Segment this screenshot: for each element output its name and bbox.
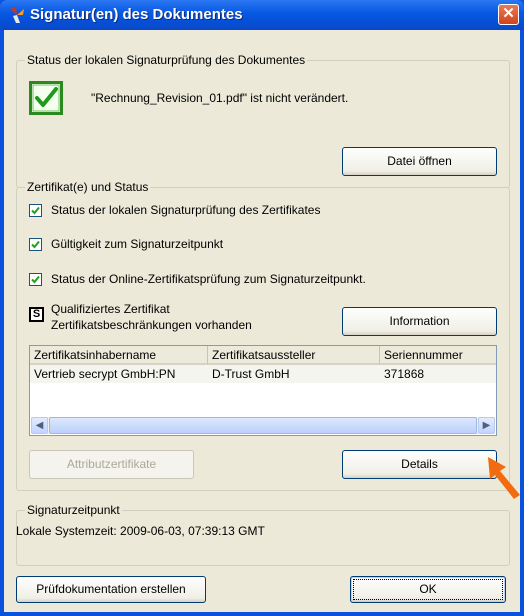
close-button[interactable]: ✕ (498, 4, 519, 25)
app-icon (8, 6, 26, 24)
cell-holder: Vertrieb secrypt GmbH:PN (34, 367, 176, 381)
dialog-window: Signatur(en) des Dokumentes ✕ Status der… (0, 0, 524, 616)
signature-time-group: Signaturzeitpunkt Lokale Systemzeit: 200… (16, 503, 510, 566)
create-report-button[interactable]: Prüfdokumentation erstellen (16, 576, 206, 603)
column-header-issuer[interactable]: Zertifikatsaussteller (208, 346, 380, 365)
pointer-arrow-icon (486, 455, 524, 500)
dialog-body: Status der lokalen Signaturprüfung des D… (4, 30, 520, 612)
qualified-cert-line1: Qualifiziertes Zertifikat (51, 302, 170, 316)
qualified-cert-icon: S (29, 307, 44, 322)
certificate-table[interactable]: Zertifikatsinhabername Zertifikatsausste… (29, 345, 497, 436)
attribute-certificates-button[interactable]: Attributzertifikate (29, 450, 194, 479)
close-icon: ✕ (502, 5, 515, 22)
cert-status-group: Zertifikat(e) und Status Status der loka… (16, 180, 510, 491)
doc-status-legend: Status der lokalen Signaturprüfung des D… (25, 53, 308, 67)
details-button[interactable]: Details (342, 450, 497, 479)
check-online-icon (29, 273, 42, 286)
cert-status-legend: Zertifikat(e) und Status (25, 180, 151, 194)
scroll-right-icon[interactable]: ▶ (478, 417, 495, 434)
table-row[interactable]: Vertrieb secrypt GmbH:PN D-Trust GmbH 37… (30, 365, 496, 383)
cell-serial: 371868 (384, 367, 425, 381)
column-header-holder[interactable]: Zertifikatsinhabername (30, 346, 208, 365)
information-button[interactable]: Information (342, 307, 497, 336)
check-local-cert-icon (29, 204, 42, 217)
cell-issuer: D-Trust GmbH (212, 367, 290, 381)
qualified-cert-line2: Zertifikatsbeschränkungen vorhanden (51, 318, 252, 332)
ok-button[interactable]: OK (350, 576, 506, 603)
check-local-cert-label: Status der lokalen Signaturprüfung des Z… (51, 203, 321, 217)
signature-time-legend: Signaturzeitpunkt (25, 503, 122, 517)
check-online-label: Status der Online-Zertifikatsprüfung zum… (51, 272, 366, 286)
column-header-serial[interactable]: Seriennummer (380, 346, 496, 365)
window-title: Signatur(en) des Dokumentes (30, 6, 243, 23)
scroll-thumb[interactable] (49, 417, 477, 434)
title-bar[interactable]: Signatur(en) des Dokumentes ✕ (0, 0, 524, 30)
check-validity-label: Gültigkeit zum Signaturzeitpunkt (51, 237, 224, 251)
open-file-button[interactable]: Datei öffnen (342, 147, 497, 176)
verified-check-icon (29, 81, 63, 115)
check-validity-icon (29, 238, 42, 251)
doc-status-group: Status der lokalen Signaturprüfung des D… (16, 53, 510, 188)
doc-status-message: "Rechnung_Revision_01.pdf" ist nicht ver… (91, 91, 349, 105)
signature-time-text: Lokale Systemzeit: 2009-06-03, 07:39:13 … (16, 524, 265, 538)
scroll-left-icon[interactable]: ◀ (31, 417, 48, 434)
horizontal-scrollbar[interactable]: ◀ ▶ (31, 417, 495, 434)
